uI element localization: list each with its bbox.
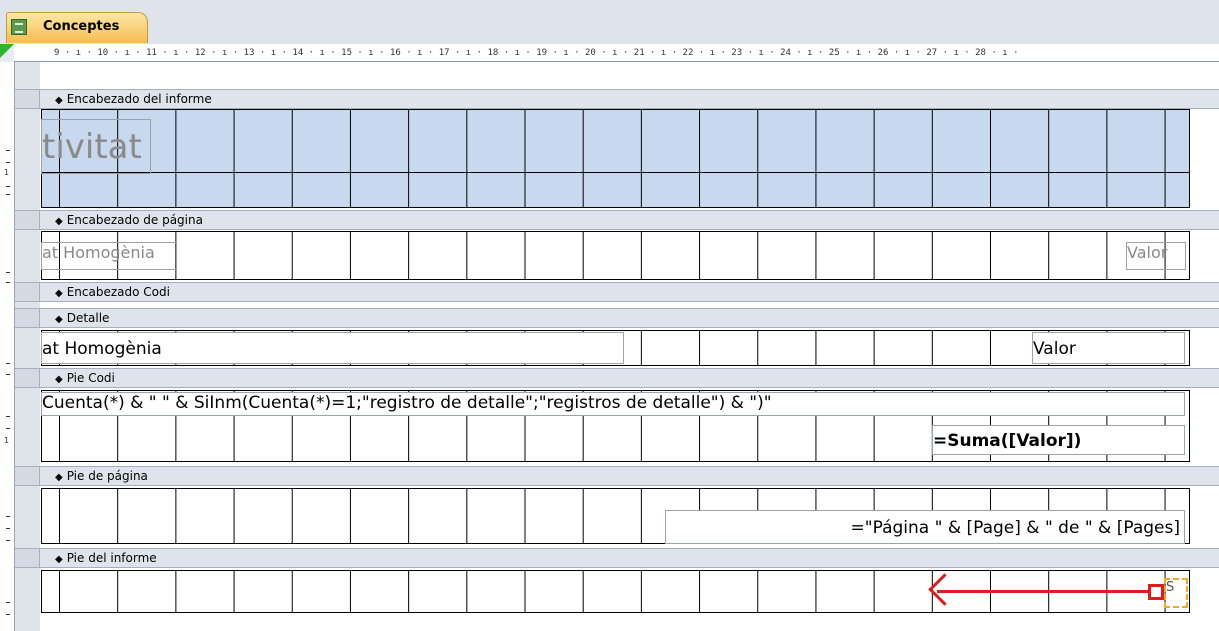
section-label: Pie de página: [66, 469, 148, 483]
section-selector[interactable]: [15, 369, 40, 387]
selected-control-text: S: [1166, 580, 1175, 595]
resize-handle-highlight[interactable]: [1148, 584, 1164, 600]
section-arrow-icon: ◆: [55, 554, 63, 565]
section-bar-page-footer[interactable]: ◆ Pie de página: [15, 466, 1219, 486]
section-selector[interactable]: [15, 211, 40, 229]
section-selector[interactable]: [15, 283, 40, 301]
report-design-canvas[interactable]: 9 · ı · 10 · ı · 11 · ı · 12 · ı · 13 · …: [0, 44, 1219, 631]
section-selector[interactable]: [15, 467, 40, 485]
selected-control[interactable]: S: [1164, 578, 1188, 608]
horizontal-ruler[interactable]: 9 · ı · 10 · ı · 11 · ı · 12 · ı · 13 · …: [14, 44, 1219, 62]
vertical-ruler[interactable]: 1 1: [0, 62, 15, 631]
tab-conceptes[interactable]: Conceptes: [6, 12, 148, 43]
section-bar-group-footer[interactable]: ◆ Pie Codi: [15, 368, 1219, 388]
section-bar-report-footer[interactable]: ◆ Pie del informe: [15, 548, 1219, 568]
report-selector[interactable]: [0, 44, 15, 62]
section-bar-group-header[interactable]: ◆ Encabezado Codi: [15, 282, 1219, 302]
band-page-header[interactable]: [41, 231, 1190, 280]
section-bar-report-header[interactable]: ◆ Encabezado del informe: [15, 89, 1219, 109]
section-selector[interactable]: [15, 90, 40, 108]
annotation-arrow: [937, 590, 1152, 593]
ruler-number: 1: [4, 168, 10, 177]
ruler-number: 1: [4, 436, 10, 445]
section-arrow-icon: ◆: [55, 95, 63, 106]
section-selector-column: [15, 62, 40, 631]
section-arrow-icon: ◆: [55, 472, 63, 483]
section-label: Encabezado Codi: [66, 285, 170, 299]
section-arrow-icon: ◆: [55, 288, 63, 299]
column-header-label[interactable]: at Homogènia: [41, 242, 177, 270]
detail-value-field[interactable]: Valor: [1032, 332, 1185, 364]
section-label: Encabezado del informe: [66, 92, 212, 106]
document-tab-bar: Conceptes: [0, 0, 1219, 44]
section-label: Encabezado de página: [66, 213, 203, 227]
section-arrow-icon: ◆: [55, 374, 63, 385]
record-count-field[interactable]: Cuenta(*) & " " & SiInm(Cuenta(*)=1;"reg…: [41, 392, 1185, 416]
section-label: Pie del informe: [66, 551, 157, 565]
section-label: Detalle: [66, 311, 110, 325]
grid-line: [41, 172, 1190, 173]
sum-total-field[interactable]: =Suma([Valor]): [932, 425, 1185, 455]
report-icon: [11, 19, 27, 35]
report-selector-icon: [0, 44, 14, 58]
section-label: Pie Codi: [66, 371, 115, 385]
detail-text-field[interactable]: at Homogènia: [41, 332, 624, 364]
band-report-header[interactable]: [41, 109, 1190, 208]
section-arrow-icon: ◆: [55, 216, 63, 227]
section-arrow-icon: ◆: [55, 314, 63, 325]
page-number-field[interactable]: ="Página " & [Page] & " de " & [Pages]: [665, 510, 1185, 544]
value-header-label[interactable]: Valor: [1126, 242, 1186, 270]
tab-label: Conceptes: [43, 19, 120, 34]
report-title-label[interactable]: tivitat: [41, 119, 151, 174]
section-selector[interactable]: [15, 549, 40, 567]
section-bar-detail[interactable]: ◆ Detalle: [15, 308, 1219, 328]
section-bar-page-header[interactable]: ◆ Encabezado de página: [15, 210, 1219, 230]
section-selector[interactable]: [15, 309, 40, 327]
band-margin: [1190, 570, 1219, 613]
